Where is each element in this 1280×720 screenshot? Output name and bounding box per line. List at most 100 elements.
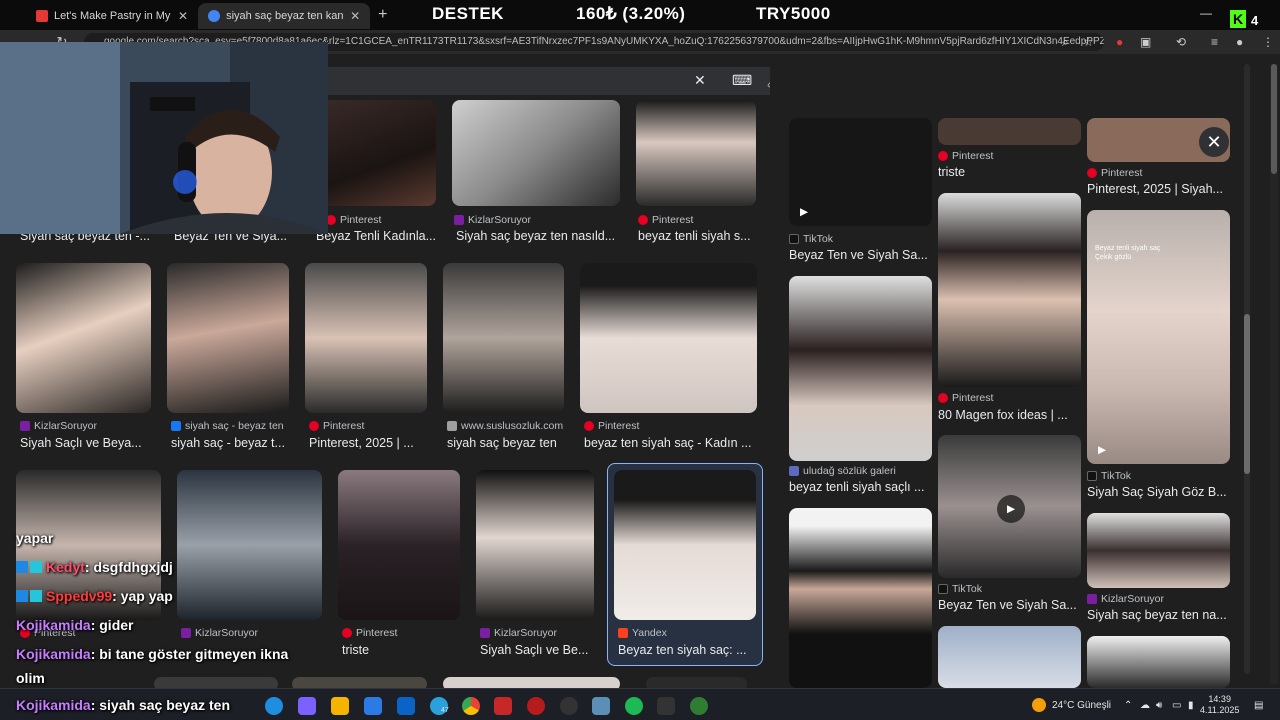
pinterest-icon: [309, 421, 319, 431]
result-title: Beyaz ten siyah saç: ...: [618, 643, 747, 657]
related-image[interactable]: [789, 508, 932, 688]
related-title: Pinterest, 2025 | Siyah...: [1087, 182, 1223, 196]
history-icon[interactable]: ⟲: [1176, 35, 1186, 49]
streamer-webcam: [0, 42, 328, 234]
mail-badge: 47: [441, 707, 449, 714]
result-image[interactable]: [16, 263, 151, 413]
obs-icon[interactable]: [560, 697, 578, 715]
clock[interactable]: 14:39 4.11.2025: [1200, 694, 1239, 716]
chat-message: yapar: [16, 530, 54, 546]
tiktok-icon: [938, 584, 948, 594]
related-source: TikTok: [789, 233, 833, 245]
related-title: Siyah Saç Siyah Göz B...: [1087, 485, 1227, 499]
search-box[interactable]: ✕ ⌨ 🎤︎ ◎ ⌕: [240, 67, 862, 95]
outlook-icon[interactable]: [397, 697, 415, 715]
clear-icon[interactable]: ✕: [694, 72, 706, 89]
keyboard-icon[interactable]: ⌨: [732, 72, 752, 89]
result-title: triste: [342, 643, 370, 657]
result-image[interactable]: [580, 263, 757, 413]
menu-icon[interactable]: ⋮: [1262, 35, 1274, 49]
chat-badge-icon: [16, 590, 28, 602]
reading-list-icon[interactable]: ≡: [1211, 35, 1218, 49]
result-image[interactable]: [614, 470, 756, 620]
close-tab-icon[interactable]: ✕: [178, 9, 188, 23]
related-image[interactable]: [938, 118, 1081, 145]
related-title: beyaz tenli siyah saçlı ...: [789, 480, 925, 494]
play-button-icon[interactable]: ▶: [997, 495, 1025, 523]
close-tab-icon[interactable]: ✕: [350, 9, 360, 23]
tab-0[interactable]: Let's Make Pastry in My Germa ✕: [26, 3, 198, 29]
related-image[interactable]: [938, 626, 1081, 688]
display-icon[interactable]: ▭: [1172, 700, 1181, 711]
result-image[interactable]: [177, 470, 322, 620]
chat-username: Kojikamida: [16, 646, 91, 662]
result-title: Siyah Saçlı ve Be...: [480, 643, 589, 657]
page-scrollbar[interactable]: [1270, 64, 1278, 684]
battery-icon[interactable]: ▮: [1188, 700, 1194, 711]
related-image[interactable]: [789, 118, 932, 226]
kick-icon[interactable]: [657, 697, 675, 715]
store-icon[interactable]: [364, 697, 382, 715]
spotify-icon[interactable]: [625, 697, 643, 715]
destek-label: DESTEK: [432, 4, 504, 23]
result-image[interactable]: [443, 677, 620, 688]
related-image[interactable]: [1087, 636, 1230, 688]
result-source: siyah saç - beyaz ten: [171, 420, 284, 432]
related-source: Pinterest: [938, 150, 993, 162]
result-title: Siyah Saçlı ve Beya...: [20, 436, 142, 450]
result-source: KizlarSoruyor: [181, 627, 258, 639]
volume-icon[interactable]: 🔊︎: [1156, 700, 1162, 711]
related-image[interactable]: [789, 276, 932, 461]
chrome-icon[interactable]: [462, 697, 480, 715]
app-icon[interactable]: [527, 697, 545, 715]
panel-scrollbar[interactable]: [1244, 64, 1250, 674]
webcam-image: [0, 42, 328, 234]
kizlarsoruyor-icon: [20, 421, 30, 431]
zoom-icon[interactable]: ⌕: [1062, 35, 1069, 50]
close-preview-button[interactable]: ✕: [1199, 127, 1229, 157]
tab-1[interactable]: siyah saç beyaz ten kanı - Goog ✕: [198, 3, 371, 29]
extensions-puzzle-icon[interactable]: ▣: [1140, 35, 1151, 49]
result-image[interactable]: [305, 263, 427, 413]
result-source: KizlarSoruyor: [20, 420, 97, 432]
result-image[interactable]: [476, 470, 594, 620]
chat-username: Kojikamida: [16, 697, 91, 713]
result-image[interactable]: [636, 100, 756, 206]
kizlarsoruyor-icon: [480, 628, 490, 638]
minimize-icon[interactable]: —: [1200, 6, 1212, 20]
app-icon[interactable]: [690, 697, 708, 715]
panel-image-caption: Beyaz tenli siyah saç Çekik gözlü: [1095, 245, 1161, 261]
related-source: TikTok: [1087, 470, 1131, 482]
related-source: uludağ sözlük galeri: [789, 465, 896, 477]
profile-icon[interactable]: ●: [1236, 35, 1243, 49]
result-image[interactable]: [154, 677, 278, 688]
weather-text[interactable]: 24°C Güneşli: [1052, 700, 1111, 711]
tab-title: siyah saç beyaz ten kanı - Goog: [226, 10, 344, 22]
explorer-icon[interactable]: [331, 697, 349, 715]
result-image[interactable]: [292, 677, 427, 688]
app-icon[interactable]: [494, 697, 512, 715]
copilot-icon[interactable]: [298, 697, 316, 715]
result-image[interactable]: [443, 263, 564, 413]
result-image[interactable]: [646, 677, 747, 688]
notifications-icon[interactable]: ▤: [1254, 700, 1263, 711]
network-icon[interactable]: ☁: [1140, 700, 1150, 711]
new-tab-button[interactable]: +: [378, 6, 387, 24]
related-image[interactable]: [1087, 513, 1230, 588]
result-image[interactable]: [167, 263, 289, 413]
result-image[interactable]: [338, 470, 460, 620]
chat-message: Kedyt: dsgfdhgxjdj: [16, 559, 173, 575]
related-image[interactable]: [938, 193, 1081, 387]
edge-icon[interactable]: [265, 697, 283, 715]
result-image[interactable]: [316, 100, 436, 206]
tray-chevron-icon[interactable]: ⌃: [1124, 700, 1132, 711]
bookmark-star-icon[interactable]: ☆: [1083, 35, 1094, 49]
chat-message: Kojikamida: bi tane göster gitmeyen ikna: [16, 646, 289, 662]
website-icon: [447, 421, 457, 431]
extension-icon[interactable]: ●: [1116, 35, 1123, 49]
tab-title: Let's Make Pastry in My Germa: [54, 10, 172, 22]
app-icon[interactable]: [592, 697, 610, 715]
result-source: KizlarSoruyor: [454, 214, 531, 226]
result-image[interactable]: [452, 100, 620, 206]
kizlarsoruyor-icon: [454, 215, 464, 225]
